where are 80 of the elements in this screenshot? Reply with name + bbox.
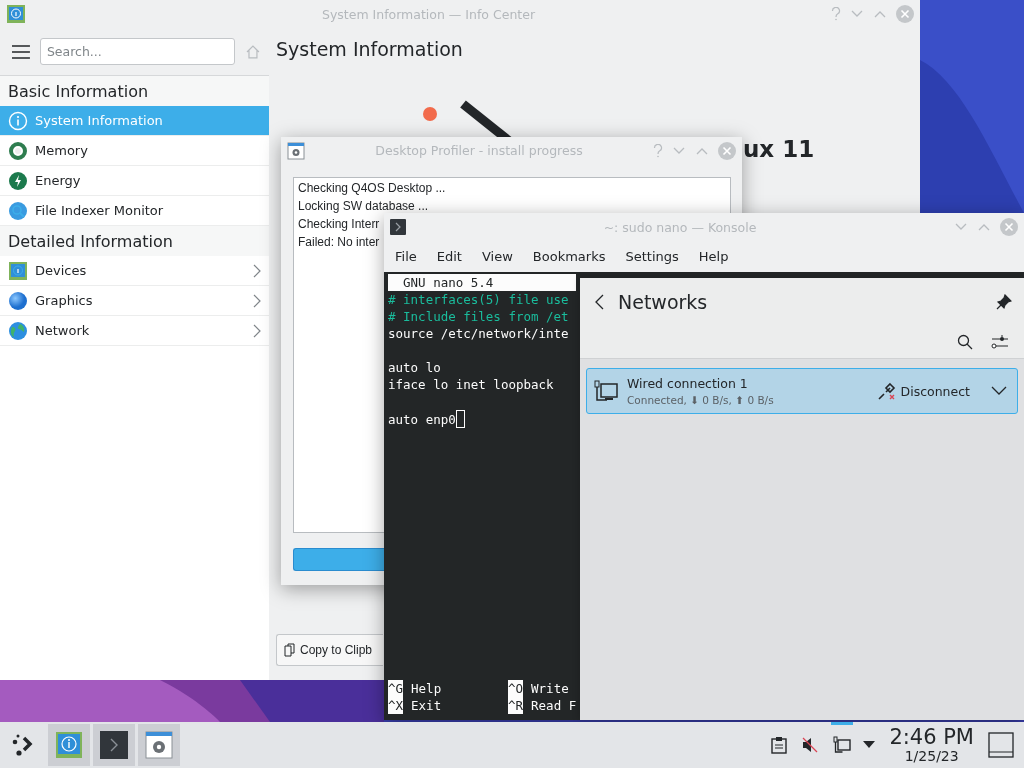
gear-icon bbox=[145, 731, 173, 759]
shortcut-label: Help bbox=[411, 680, 442, 697]
log-line: Checking Q4OS Desktop ... bbox=[298, 181, 446, 197]
dot-icon bbox=[423, 107, 437, 121]
info-icon bbox=[8, 260, 28, 281]
shortcut-key: ^G bbox=[388, 680, 404, 697]
section-heading: Basic Information bbox=[8, 81, 149, 101]
code-line: auto lo bbox=[388, 360, 441, 375]
sidebar-item[interactable]: Graphics bbox=[0, 286, 269, 316]
text-cursor bbox=[455, 410, 465, 428]
os-name: ux 11 bbox=[743, 136, 815, 162]
sidebar-item[interactable]: Memory bbox=[0, 136, 269, 166]
code-line: auto enp0 bbox=[388, 412, 456, 427]
show-desktop-icon[interactable] bbox=[988, 732, 1014, 758]
info-icon bbox=[56, 732, 82, 758]
copy-icon bbox=[284, 643, 296, 657]
sidebar-item[interactable]: Devices bbox=[0, 256, 269, 286]
caret-icon[interactable] bbox=[863, 741, 876, 749]
back-icon[interactable] bbox=[594, 294, 604, 310]
magnifier-icon bbox=[8, 200, 28, 221]
code-line: # Include files from /et bbox=[388, 309, 569, 324]
editor-header: GNU nano 5.4 bbox=[388, 274, 576, 291]
disconnect-button[interactable]: Disconnect bbox=[877, 382, 970, 400]
sidebar-item[interactable]: Energy bbox=[0, 166, 269, 196]
globe-icon bbox=[8, 320, 28, 341]
ring-icon bbox=[8, 140, 28, 161]
menu-item[interactable]: Help bbox=[690, 249, 737, 264]
chevron-right-icon bbox=[253, 323, 261, 338]
log-line: Checking Interr bbox=[298, 217, 380, 233]
gear-icon bbox=[287, 141, 305, 160]
sphere-icon bbox=[8, 290, 28, 311]
code-line: iface lo inet loopback bbox=[388, 377, 554, 392]
chevron-right-icon bbox=[253, 263, 261, 278]
menu-item[interactable]: View bbox=[473, 249, 521, 264]
info-icon bbox=[8, 110, 28, 131]
search-field[interactable]: Search... bbox=[39, 38, 236, 65]
monitor-icon[interactable] bbox=[833, 736, 852, 754]
menu-item[interactable]: File bbox=[387, 249, 425, 264]
connection-status: Connected, ⬇ 0 B/s, ⬆ 0 B/s bbox=[627, 394, 775, 406]
shortcut-key: ^O bbox=[508, 680, 524, 697]
menu-item[interactable]: Settings bbox=[617, 249, 687, 264]
shortcut-key: ^R bbox=[508, 697, 524, 714]
filter-icon[interactable] bbox=[991, 334, 1008, 350]
menu-item[interactable]: Edit bbox=[428, 249, 470, 264]
menu-item[interactable]: Bookmarks bbox=[524, 249, 614, 264]
shortcut-label: Exit bbox=[411, 697, 442, 714]
shortcut-label: Read F bbox=[531, 697, 577, 714]
log-line: Failed: No inter bbox=[298, 235, 380, 251]
terminal-icon bbox=[390, 219, 406, 235]
shortcut-label: Write bbox=[531, 680, 569, 697]
search-icon[interactable] bbox=[957, 334, 973, 350]
connection-item[interactable]: Wired connection 1 Connected, ⬇ 0 B/s, ⬆ 0 B/s Disconnect bbox=[586, 368, 1018, 414]
info-icon bbox=[6, 4, 26, 24]
window-title: Desktop Profiler - install progress bbox=[374, 143, 584, 158]
section-heading: Detailed Information bbox=[8, 231, 173, 251]
task-button[interactable] bbox=[138, 724, 180, 766]
code-line: source /etc/network/inte bbox=[388, 326, 569, 341]
sidebar-item[interactable]: Network bbox=[0, 316, 269, 346]
window-title: System Information — Info Center bbox=[320, 6, 537, 22]
shortcut-key: ^X bbox=[388, 697, 404, 714]
connection-name: Wired connection 1 bbox=[627, 376, 749, 391]
monitor-icon bbox=[594, 379, 618, 403]
terminal-icon bbox=[100, 731, 128, 759]
page-title: System Information bbox=[276, 38, 464, 60]
popup-title: Networks bbox=[618, 291, 709, 313]
window-title: ~: sudo nano — Konsole bbox=[602, 219, 758, 235]
clock-date: 1/25/23 bbox=[904, 749, 959, 763]
copy-button[interactable]: Copy to Clipb bbox=[276, 634, 383, 666]
clock-time: 2:46 PM bbox=[889, 727, 974, 748]
code-line: # interfaces(5) file use bbox=[388, 292, 569, 307]
task-button[interactable] bbox=[93, 724, 135, 766]
log-line: Locking SW database ... bbox=[298, 199, 429, 215]
chevron-right-icon bbox=[253, 293, 261, 308]
unplug-icon bbox=[877, 382, 896, 400]
chevron-down-icon[interactable] bbox=[991, 386, 1007, 396]
lightning-icon bbox=[8, 170, 28, 191]
muted-speaker-icon[interactable] bbox=[801, 736, 820, 754]
pin-icon[interactable] bbox=[996, 294, 1012, 310]
clipboard-icon[interactable] bbox=[771, 736, 788, 754]
menu-icon[interactable] bbox=[12, 44, 30, 59]
